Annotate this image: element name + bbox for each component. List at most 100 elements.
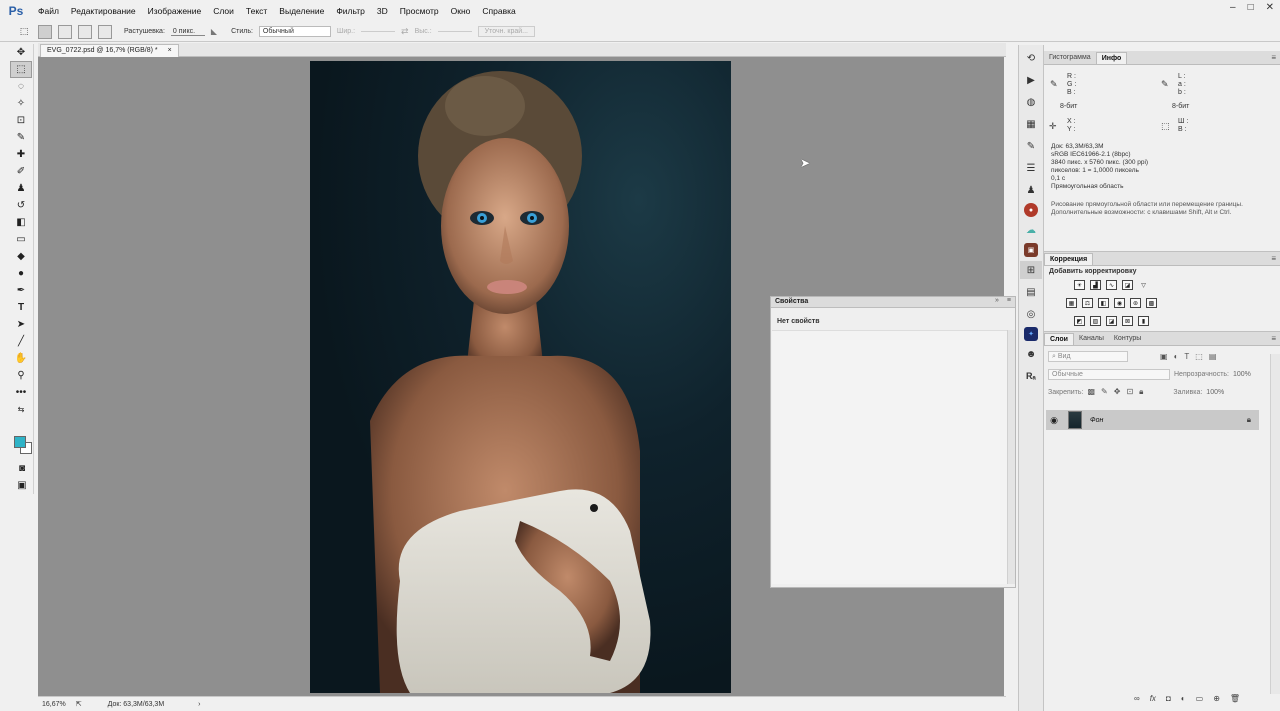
vibrance-icon[interactable]: ▽ [1138, 280, 1149, 290]
layer-row[interactable]: ◉ Фон 🔒︎ [1046, 410, 1259, 430]
posterize-icon[interactable]: ▨ [1090, 316, 1101, 326]
magic-wand-tool-icon[interactable]: ✧ [10, 95, 32, 112]
tab-paths[interactable]: Контуры [1109, 333, 1146, 345]
tab-info[interactable]: Инфо [1095, 52, 1128, 64]
history-brush-tool-icon[interactable]: ↺ [10, 197, 32, 214]
reflex-icon[interactable]: Rₐ [1020, 367, 1042, 385]
line-tool-icon[interactable]: ╱ [10, 333, 32, 350]
subtract-selection-button[interactable] [78, 24, 92, 39]
brushes-icon[interactable]: ✎ [1020, 137, 1042, 155]
3d-icon[interactable]: ◍ [1020, 93, 1042, 111]
lock-artboard-icon[interactable]: ⊡ [1126, 387, 1133, 397]
curves-icon[interactable]: ∿ [1106, 280, 1117, 290]
gradient-tool-icon[interactable]: ▭ [10, 231, 32, 248]
filter-type-icon[interactable]: T [1184, 352, 1189, 361]
crop-tool-icon[interactable]: ⊡ [10, 112, 32, 129]
filmstrip-icon[interactable]: ▤ [1020, 283, 1042, 301]
menu-filter[interactable]: Фильтр [330, 0, 371, 22]
delete-layer-icon[interactable]: 🗑︎ [1230, 694, 1240, 703]
plugin-cloud-icon[interactable]: ☁ [1020, 221, 1042, 239]
marquee-preset-icon[interactable]: ⬚ [16, 25, 32, 39]
properties-header[interactable]: Свойства » ≡ [771, 297, 1015, 308]
new-group-icon[interactable]: ▭ [1196, 694, 1204, 703]
screen-mode-icon[interactable]: ▣ [11, 477, 33, 494]
tool-presets-icon[interactable]: ⊞ [1020, 261, 1042, 279]
type-tool-icon[interactable]: T [10, 299, 32, 316]
swap-dimensions-icon[interactable]: ⇄ [401, 26, 409, 37]
new-adjustment-icon[interactable]: ◐ [1181, 694, 1186, 703]
document-photo[interactable] [310, 61, 731, 693]
menu-image[interactable]: Изображение [142, 0, 208, 22]
brightness-icon[interactable]: ☀ [1074, 280, 1085, 290]
panel-menu-icon[interactable]: ≡ [1007, 297, 1011, 304]
lock-all-icon[interactable]: 🔒︎ [1139, 387, 1143, 397]
menu-help[interactable]: Справка [476, 0, 521, 22]
eyedropper-tool-icon[interactable]: ✎ [10, 129, 32, 146]
eraser-tool-icon[interactable]: ◧ [10, 214, 32, 231]
menu-3d[interactable]: 3D [371, 0, 394, 22]
menu-type[interactable]: Текст [240, 0, 273, 22]
layer-kind-filter[interactable]: ⌕ Вид [1048, 351, 1128, 362]
dodge-tool-icon[interactable]: ● [10, 265, 32, 282]
black-white-icon[interactable]: ◧ [1098, 298, 1109, 308]
threshold-icon[interactable]: ◪ [1106, 316, 1117, 326]
tab-histogram[interactable]: Гистограмма [1044, 52, 1096, 64]
share-icon[interactable]: ⇱ [76, 700, 82, 708]
brush-tool-icon[interactable]: ✐ [10, 163, 32, 180]
tab-adjustments[interactable]: Коррекция [1044, 253, 1094, 265]
blend-mode-select[interactable]: Обычные [1048, 369, 1170, 380]
zoom-tool-icon[interactable]: ⚲ [10, 367, 32, 384]
swatches-grid-icon[interactable]: ▦ [1020, 115, 1042, 133]
quick-mask-icon[interactable]: ◙ [11, 460, 33, 477]
clone-stamp-tool-icon[interactable]: ♟ [10, 180, 32, 197]
rectangular-marquee-tool-icon[interactable]: ⬚ [10, 61, 32, 78]
document-tab[interactable]: EVG_0722.psd @ 16,7% (RGB/8) * × [40, 44, 179, 57]
document-tab-close-icon[interactable]: × [168, 47, 172, 54]
healing-brush-tool-icon[interactable]: ✚ [10, 146, 32, 163]
menu-edit[interactable]: Редактирование [65, 0, 142, 22]
menu-select[interactable]: Выделение [273, 0, 330, 22]
link-layers-icon[interactable]: ∞ [1134, 694, 1140, 703]
path-selection-tool-icon[interactable]: ➤ [10, 316, 32, 333]
menu-view[interactable]: Просмотр [394, 0, 445, 22]
spiral-icon[interactable]: ◎ [1020, 305, 1042, 323]
add-selection-button[interactable] [58, 24, 72, 39]
menu-window[interactable]: Окно [445, 0, 477, 22]
adjustments-menu-icon[interactable]: ≡ [1271, 254, 1276, 263]
plugin-red-icon[interactable]: ● [1024, 203, 1038, 217]
blur-tool-icon[interactable]: ◆ [10, 248, 32, 265]
filter-smart-icon[interactable]: ▤ [1209, 352, 1217, 361]
hue-saturation-icon[interactable]: ▦ [1066, 298, 1077, 308]
mask-face-icon[interactable]: ☻ [1020, 345, 1042, 363]
move-tool-icon[interactable]: ✥ [10, 44, 32, 61]
foreground-color-swatch[interactable] [14, 436, 26, 448]
layer-name[interactable]: Фон [1090, 417, 1103, 424]
lock-transparent-icon[interactable]: ▩ [1087, 387, 1095, 397]
sliders-icon[interactable]: ☰ [1020, 159, 1042, 177]
feather-input[interactable]: 0 пикс. [170, 28, 205, 36]
intersect-selection-button[interactable] [98, 24, 112, 39]
layers-scrollbar[interactable] [1270, 354, 1280, 694]
hand-tool-icon[interactable]: ✋ [10, 350, 32, 367]
invert-icon[interactable]: ◩ [1074, 316, 1085, 326]
width-input[interactable] [361, 31, 396, 32]
close-button[interactable]: ✕ [1266, 2, 1274, 13]
minimize-button[interactable]: – [1230, 2, 1236, 13]
levels-icon[interactable]: ▟ [1090, 280, 1101, 290]
new-layer-icon[interactable]: ⊕ [1213, 694, 1220, 703]
tab-channels[interactable]: Каналы [1074, 333, 1109, 345]
channel-mixer-icon[interactable]: ⊛ [1130, 298, 1141, 308]
filter-adjustment-icon[interactable]: ◐ [1174, 352, 1179, 361]
color-balance-icon[interactable]: ⚖ [1082, 298, 1093, 308]
fill-value[interactable]: 100% [1206, 389, 1224, 396]
zoom-level[interactable]: 16,67% [42, 701, 66, 708]
maximize-button[interactable]: □ [1248, 2, 1254, 13]
menu-file[interactable]: Файл [32, 0, 65, 22]
filter-shape-icon[interactable]: ⬚ [1195, 352, 1203, 361]
height-input[interactable] [437, 31, 472, 32]
lock-position-icon[interactable]: ✥ [1114, 387, 1121, 397]
actions-play-icon[interactable]: ▶ [1020, 71, 1042, 89]
swap-colors-icon[interactable]: ⇆ [10, 401, 32, 418]
plugin-blue-icon[interactable]: ✦ [1024, 327, 1038, 341]
lasso-tool-icon[interactable]: ◌ [10, 78, 32, 95]
